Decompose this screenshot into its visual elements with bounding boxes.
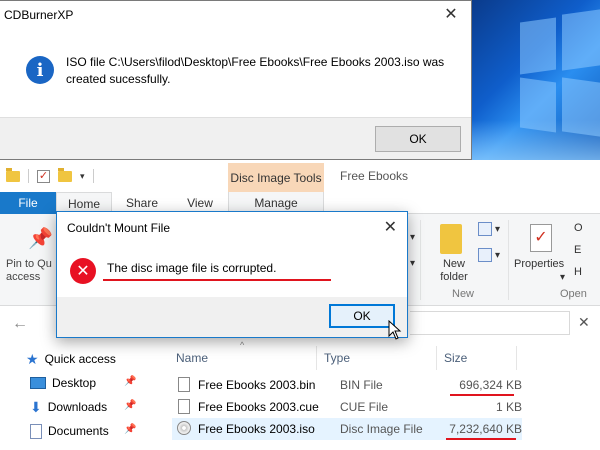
- sort-ascending-icon: ^: [240, 340, 245, 350]
- properties-icon[interactable]: ✓: [530, 224, 552, 252]
- properties-icon[interactable]: ✓: [37, 169, 50, 183]
- tab-file[interactable]: File: [0, 192, 56, 214]
- sidebar-item-quick-access[interactable]: ★ Quick access: [26, 348, 116, 370]
- quick-access-toolbar: ✓ ▾: [0, 160, 228, 192]
- toolbar-divider: [92, 169, 94, 183]
- dialog-title: Couldn't Mount File: [67, 221, 171, 235]
- new-folder-button[interactable]: New folder: [432, 258, 476, 284]
- error-message: The disc image file is corrupted.: [107, 261, 277, 275]
- annotation-underline: [446, 438, 516, 440]
- refresh-icon[interactable]: ✕: [578, 314, 590, 331]
- column-header-size[interactable]: Size: [444, 346, 467, 370]
- dialog-footer: OK: [57, 297, 407, 337]
- easy-access-icon[interactable]: [478, 248, 492, 262]
- column-header-type[interactable]: Type: [324, 346, 350, 370]
- disc-image-tools-context: Disc Image Tools: [228, 163, 324, 192]
- pin-icon[interactable]: 📌: [28, 226, 53, 250]
- pin-icon: 📌: [124, 376, 137, 387]
- sidebar-item-label: Downloads: [47, 400, 108, 414]
- annotation-underline: [450, 394, 514, 396]
- edit-item[interactable]: E: [574, 244, 581, 256]
- pin-icon: 📌: [124, 400, 137, 411]
- table-row[interactable]: Free Ebooks 2003.iso Disc Image File 7,2…: [172, 418, 522, 440]
- download-icon: ⬇: [30, 398, 42, 415]
- pin-icon: 📌: [124, 424, 137, 435]
- mount-error-dialog: Couldn't Mount File ✕ ✕ The disc image f…: [56, 211, 408, 338]
- sidebar-item-downloads[interactable]: ⬇ Downloads: [30, 396, 107, 418]
- desktop-icon: [30, 377, 46, 389]
- new-folder-icon[interactable]: [440, 224, 462, 254]
- sidebar-item-documents[interactable]: Documents: [30, 420, 109, 442]
- toolbar-divider: [28, 169, 29, 183]
- new-item-icon[interactable]: [478, 222, 492, 236]
- wallpaper-glow: [470, 120, 600, 160]
- file-type: CUE File: [340, 400, 389, 414]
- ribbon-divider: [420, 220, 421, 300]
- file-size: 696,324 KB: [459, 378, 522, 392]
- cdburner-title: CDBurnerXP: [4, 8, 74, 22]
- disc-image-icon: [177, 421, 191, 435]
- table-row[interactable]: Free Ebooks 2003.bin BIN File 696,324 KB: [172, 374, 522, 396]
- ribbon-divider: [508, 220, 509, 300]
- navigation-pane: ★ Quick access Desktop 📌 ⬇ Downloads 📌 D…: [0, 340, 148, 450]
- info-icon: i: [26, 56, 54, 84]
- sidebar-item-desktop[interactable]: Desktop: [30, 372, 96, 394]
- chevron-down-icon[interactable]: ▾: [495, 250, 500, 261]
- open-group-label: Open: [560, 288, 587, 300]
- sidebar-item-label: Documents: [48, 424, 109, 438]
- close-icon[interactable]: ✕: [384, 217, 397, 237]
- sidebar-item-label: Desktop: [52, 376, 97, 390]
- annotation-underline: [103, 279, 331, 281]
- star-icon: ★: [26, 350, 39, 367]
- column-divider[interactable]: [436, 346, 437, 370]
- chevron-down-icon[interactable]: ▾: [410, 232, 415, 243]
- table-row[interactable]: Free Ebooks 2003.cue CUE File 1 KB: [172, 396, 522, 418]
- file-size: 1 KB: [495, 400, 522, 414]
- new-folder-icon[interactable]: [58, 167, 72, 182]
- cdburner-footer: OK: [0, 117, 471, 159]
- cursor-icon: [388, 320, 402, 340]
- file-icon: [178, 399, 190, 414]
- file-list: ^ Name Type Size Free Ebooks 2003.bin BI…: [156, 340, 600, 450]
- sidebar-item-label: Quick access: [44, 352, 116, 366]
- file-type: Disc Image File: [340, 422, 423, 436]
- window-title: Free Ebooks: [340, 169, 409, 183]
- cdburner-dialog: CDBurnerXP ✕ i ISO file C:\Users\filod\D…: [0, 0, 472, 160]
- chevron-down-icon[interactable]: ▾: [495, 224, 500, 235]
- column-divider[interactable]: [316, 346, 317, 370]
- chevron-down-icon[interactable]: ▾: [560, 272, 565, 283]
- chevron-down-icon[interactable]: ▾: [410, 258, 415, 269]
- ok-button[interactable]: OK: [329, 304, 395, 328]
- file-name: Free Ebooks 2003.bin: [198, 378, 316, 392]
- address-bar[interactable]: [410, 311, 570, 335]
- history-item[interactable]: H: [574, 266, 582, 278]
- folder-icon[interactable]: [6, 167, 20, 182]
- back-arrow-icon[interactable]: ←: [12, 315, 28, 333]
- file-name: Free Ebooks 2003.iso: [198, 422, 315, 436]
- ok-button[interactable]: OK: [375, 126, 461, 152]
- customize-toolbar-icon[interactable]: ▾: [80, 171, 85, 182]
- open-item[interactable]: O: [574, 222, 583, 234]
- file-size: 7,232,640 KB: [449, 422, 522, 436]
- file-type: BIN File: [340, 378, 383, 392]
- column-divider[interactable]: [516, 346, 517, 370]
- cdburner-message: ISO file C:\Users\filod\Desktop\Free Ebo…: [66, 55, 445, 86]
- properties-button[interactable]: Properties: [514, 258, 564, 270]
- file-name: Free Ebooks 2003.cue: [198, 400, 319, 414]
- column-header-name[interactable]: Name: [176, 346, 208, 370]
- new-group-label: New: [452, 288, 475, 300]
- error-icon: ✕: [70, 258, 96, 284]
- close-icon[interactable]: ✕: [431, 1, 471, 27]
- document-icon: [30, 423, 42, 439]
- file-icon: [178, 377, 190, 392]
- windows-logo-pane: [562, 9, 600, 71]
- windows-logo-pane: [520, 17, 556, 75]
